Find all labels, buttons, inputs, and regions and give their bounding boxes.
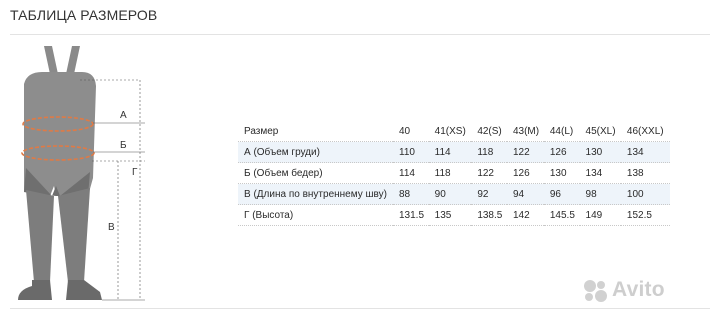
table-cell: 138.5 — [477, 209, 503, 221]
waders-diagram: А Б Г В — [18, 46, 145, 301]
table-row: Г (Высота) 131.5 135 138.5 142 145.5 149 152.5 — [238, 205, 670, 226]
table-cell: 152.5 — [626, 209, 652, 221]
waders-right-boot — [66, 280, 102, 300]
marker-v: В — [108, 222, 115, 233]
table-cell: 110 — [399, 146, 415, 158]
row-label: А (Объем груди) — [244, 146, 320, 158]
table-cell: 46(XXL) — [626, 125, 664, 137]
table-cell: 118 — [434, 167, 451, 179]
waders-suspenders — [44, 46, 80, 74]
table-cell: 40 — [399, 125, 411, 137]
marker-a: А — [120, 110, 127, 121]
waders-left-leg — [26, 190, 54, 282]
table-cell: 126 — [512, 167, 530, 179]
row-label: Размер — [244, 125, 279, 137]
waders-left-boot — [18, 280, 52, 300]
table-cell: 145.5 — [549, 209, 575, 221]
table-cell: 114 — [399, 167, 415, 179]
table-cell: 92 — [477, 188, 489, 200]
table-cell: 41(XS) — [434, 125, 466, 137]
table-row: В (Длина по внутреннему шву) 88 90 92 94 96 98… — [238, 183, 670, 205]
table-cell: 131.5 — [399, 209, 425, 221]
table-cell: 135 — [434, 209, 452, 221]
table-cell: 88 — [399, 188, 411, 200]
table-cell: 90 — [434, 188, 446, 200]
table-cell: 100 — [626, 188, 644, 200]
table-cell: 114 — [434, 146, 451, 158]
table-cell: 118 — [477, 146, 494, 158]
table-cell: 44(L) — [549, 125, 574, 137]
table-cell: 42(S) — [477, 125, 502, 137]
table-row: Б (Объем бедер) 114 118 122 126 130 134 138 — [238, 163, 670, 184]
table-cell: 138 — [626, 167, 644, 179]
row-label: В (Длина по внутреннему шву) — [244, 188, 387, 200]
avito-logo-icon — [584, 280, 607, 302]
waders-right-leg — [58, 188, 90, 282]
table-cell: 43(M) — [512, 125, 540, 137]
table-cell: 122 — [512, 146, 530, 158]
table-cell: 134 — [626, 146, 644, 158]
bottom-divider — [10, 308, 710, 309]
table-cell: 45(XL) — [585, 125, 616, 137]
marker-g: Г — [132, 167, 138, 178]
table-cell: 96 — [549, 188, 561, 200]
table-row: Размер 40 41(XS) 42(S) 43(M) 44(L) 45(XL) 46(XX… — [238, 121, 670, 142]
table-cell: 142 — [512, 209, 530, 221]
marker-b: Б — [120, 140, 127, 151]
watermark-text: Avito — [612, 278, 665, 301]
table-cell: 130 — [549, 167, 567, 179]
table-cell: 122 — [477, 167, 494, 179]
row-label: Б (Объем бедер) — [244, 167, 323, 179]
table-cell: 126 — [549, 146, 567, 158]
table-cell: 149 — [585, 209, 603, 221]
table-row: А (Объем груди) 110 114 118 122 126 130 134 — [238, 141, 670, 163]
table-cell: 134 — [585, 167, 603, 179]
table-cell: 94 — [512, 188, 525, 200]
table-cell: 98 — [585, 188, 597, 200]
row-label: Г (Высота) — [244, 209, 294, 221]
size-chart-table: Размер 40 41(XS) 42(S) 43(M) 44(L) 45(XL) 46(XX… — [238, 121, 670, 226]
table-cell: 130 — [585, 146, 603, 158]
